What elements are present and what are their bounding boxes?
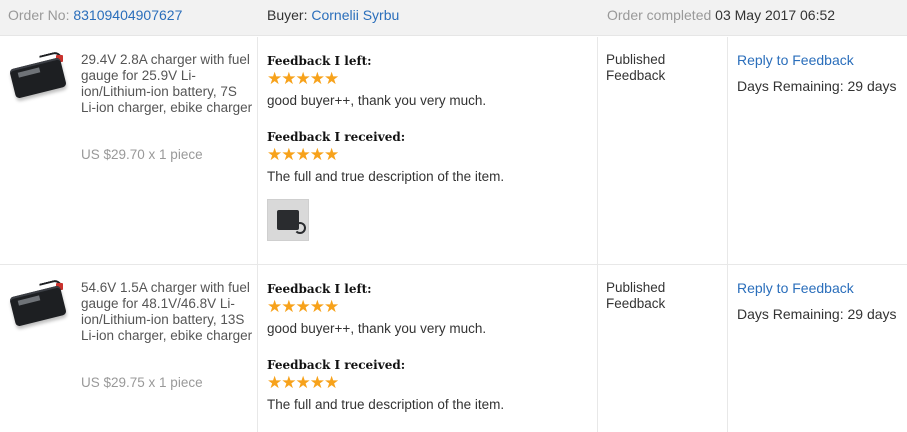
feedback-left-heading: Feedback I left: <box>267 282 372 296</box>
star-icon: ★ <box>309 373 325 392</box>
product-price: US $29.75 x 1 piece <box>81 375 203 390</box>
product-cell: 29.4V 2.8A charger with fuel gauge for 2… <box>0 37 258 264</box>
feedback-status: Published Feedback <box>606 280 666 311</box>
star-icon: ★ <box>295 373 311 392</box>
feedback-left: Feedback I left: ★★★★★ good buyer++, tha… <box>267 281 591 338</box>
star-icon: ★ <box>309 297 325 316</box>
star-icon: ★ <box>295 69 311 88</box>
star-icon: ★ <box>324 69 339 88</box>
star-icon: ★ <box>324 145 339 164</box>
feedback-received-rating: ★★★★★ <box>267 145 591 165</box>
action-cell: Reply to Feedback Days Remaining: 29 day… <box>728 37 907 264</box>
feedback-cell: Feedback I left: ★★★★★ good buyer++, tha… <box>258 37 598 264</box>
reply-to-feedback-link[interactable]: Reply to Feedback <box>737 52 854 68</box>
order-status-label: Order completed <box>607 7 712 23</box>
order-header: Order No: 83109404907627 Buyer: Cornelii… <box>0 0 907 36</box>
order-number: Order No: 83109404907627 <box>8 0 182 30</box>
product-title[interactable]: 54.6V 1.5A charger with fuel gauge for 4… <box>81 280 253 344</box>
star-icon: ★ <box>267 145 282 164</box>
star-icon: ★ <box>324 373 339 392</box>
days-remaining: Days Remaining: 29 days <box>737 306 897 322</box>
feedback-received: Feedback I received: ★★★★★ The full and … <box>267 357 591 414</box>
feedback-received-rating: ★★★★★ <box>267 373 591 393</box>
star-icon: ★ <box>281 373 296 392</box>
order-item-row: 54.6V 1.5A charger with fuel gauge for 4… <box>0 265 907 432</box>
feedback-received: Feedback I received: ★★★★★ The full and … <box>267 129 591 186</box>
star-icon: ★ <box>281 297 296 316</box>
feedback-left-text: good buyer++, thank you very much. <box>267 93 487 108</box>
feedback-left-rating: ★★★★★ <box>267 297 591 317</box>
feedback-left-text: good buyer++, thank you very much. <box>267 321 487 336</box>
action-cell: Reply to Feedback Days Remaining: 29 day… <box>728 265 907 432</box>
star-icon: ★ <box>281 145 296 164</box>
days-remaining: Days Remaining: 29 days <box>737 78 897 94</box>
order-status: Order completed 03 May 2017 06:52 <box>607 0 835 30</box>
feedback-received-text: The full and true description of the ite… <box>267 397 505 412</box>
photo-thumbnail-icon[interactable] <box>267 199 309 241</box>
buyer-label: Buyer: <box>267 7 308 23</box>
star-icon: ★ <box>295 145 311 164</box>
feedback-left-heading: Feedback I left: <box>267 54 372 68</box>
star-icon: ★ <box>324 297 339 316</box>
star-icon: ★ <box>295 297 311 316</box>
feedback-status-cell: Published Feedback <box>598 265 728 432</box>
star-icon: ★ <box>267 297 282 316</box>
feedback-received-heading: Feedback I received: <box>267 358 406 372</box>
star-icon: ★ <box>309 145 325 164</box>
star-icon: ★ <box>281 69 296 88</box>
order-completed-date: 03 May 2017 06:52 <box>715 7 836 23</box>
feedback-left: Feedback I left: ★★★★★ good buyer++, tha… <box>267 53 591 110</box>
order-number-link[interactable]: 83109404907627 <box>73 7 182 23</box>
product-title[interactable]: 29.4V 2.8A charger with fuel gauge for 2… <box>81 52 253 116</box>
charger-icon[interactable] <box>6 278 70 331</box>
buyer-info: Buyer: Cornelii Syrbu <box>267 0 399 30</box>
reply-to-feedback-link[interactable]: Reply to Feedback <box>737 280 854 296</box>
feedback-received-text: The full and true description of the ite… <box>267 169 505 184</box>
order-number-label: Order No: <box>8 7 70 23</box>
buyer-name-link[interactable]: Cornelii Syrbu <box>311 7 399 23</box>
feedback-status-cell: Published Feedback <box>598 37 728 264</box>
star-icon: ★ <box>309 69 325 88</box>
charger-icon[interactable] <box>6 50 70 103</box>
feedback-left-rating: ★★★★★ <box>267 69 591 89</box>
order-item-row: 29.4V 2.8A charger with fuel gauge for 2… <box>0 37 907 265</box>
star-icon: ★ <box>267 373 282 392</box>
feedback-status: Published Feedback <box>606 52 666 83</box>
feedback-cell: Feedback I left: ★★★★★ good buyer++, tha… <box>258 265 598 432</box>
product-price: US $29.70 x 1 piece <box>81 147 203 162</box>
star-icon: ★ <box>267 69 282 88</box>
product-cell: 54.6V 1.5A charger with fuel gauge for 4… <box>0 265 258 432</box>
feedback-received-heading: Feedback I received: <box>267 130 406 144</box>
